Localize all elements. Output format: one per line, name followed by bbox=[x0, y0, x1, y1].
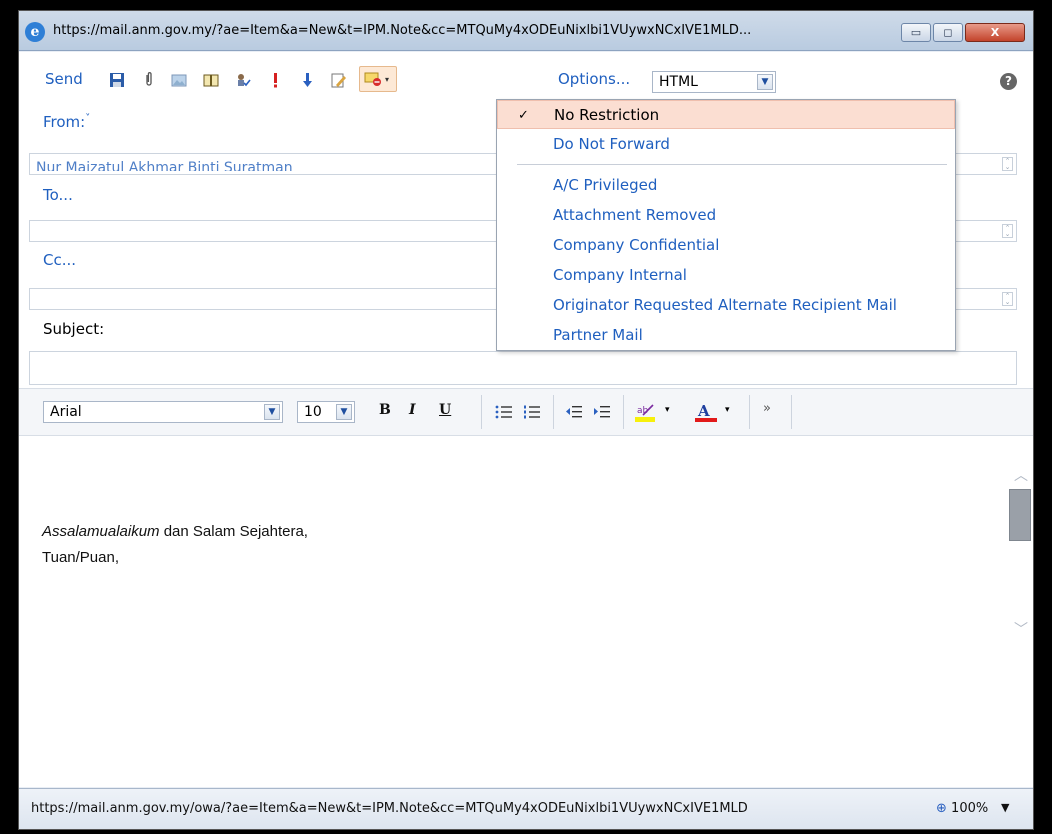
underline-button[interactable]: U bbox=[439, 402, 451, 418]
scroll-spinner-icon: ⌃ ⌄ bbox=[1002, 157, 1013, 171]
font-family-value: Arial bbox=[50, 404, 82, 420]
minimize-button[interactable]: ▭ bbox=[901, 23, 931, 42]
increase-indent-icon[interactable] bbox=[593, 404, 611, 420]
chevron-down-icon[interactable]: ▼ bbox=[1001, 801, 1009, 814]
menu-item-no-restriction[interactable]: ✓ No Restriction bbox=[497, 100, 955, 129]
permission-button[interactable]: ▾ bbox=[359, 66, 397, 92]
address-book-icon[interactable] bbox=[203, 72, 219, 88]
highlight-icon: ab bbox=[635, 404, 655, 422]
font-color-icon: A bbox=[695, 402, 717, 422]
zoom-control[interactable]: ⊕ 100% bbox=[936, 801, 988, 816]
scroll-down-icon[interactable]: ﹀ bbox=[1014, 619, 1028, 639]
permission-dropdown-menu: ✓ No Restriction Do Not Forward A/C Privi… bbox=[496, 99, 956, 351]
cc-button[interactable]: Cc... bbox=[43, 251, 76, 269]
message-format-value: HTML bbox=[659, 74, 698, 90]
window-title: https://mail.anm.gov.my/?ae=Item&a=New&t… bbox=[53, 23, 752, 38]
body-line-greeting: Assalamualaikum dan Salam Sejahtera, bbox=[42, 523, 308, 540]
menu-separator bbox=[517, 164, 947, 165]
image-icon[interactable] bbox=[171, 72, 187, 88]
scroll-spinner-icon: ⌃ ⌄ bbox=[1002, 224, 1013, 238]
zoom-value: 100% bbox=[951, 801, 989, 816]
numbered-list-icon[interactable] bbox=[523, 404, 541, 420]
check-names-icon[interactable] bbox=[235, 72, 251, 88]
svg-text:A: A bbox=[697, 402, 710, 420]
body-greeting-rest: dan Salam Sejahtera, bbox=[159, 523, 308, 540]
high-importance-icon[interactable] bbox=[267, 72, 283, 88]
to-button[interactable]: To... bbox=[43, 186, 73, 204]
options-button[interactable]: Options... bbox=[558, 70, 630, 88]
save-icon[interactable] bbox=[109, 72, 125, 88]
internet-explorer-icon: e bbox=[25, 22, 45, 42]
menu-item-label: No Restriction bbox=[554, 106, 660, 124]
font-color-button[interactable]: A ▾ bbox=[695, 401, 741, 425]
menu-item-partner-mail[interactable]: Partner Mail bbox=[497, 321, 955, 350]
menu-item-ac-privileged[interactable]: A/C Privileged bbox=[497, 171, 955, 200]
font-size-select[interactable]: 10 ▼ bbox=[297, 401, 355, 423]
message-body-editor[interactable]: Assalamualaikum dan Salam Sejahtera, Tua… bbox=[19, 437, 1033, 787]
decrease-indent-icon[interactable] bbox=[565, 404, 583, 420]
message-format-select[interactable]: HTML ▼ bbox=[652, 71, 776, 93]
chevron-down-icon: ▼ bbox=[264, 404, 280, 420]
menu-item-originator-requested[interactable]: Originator Requested Alternate Recipient… bbox=[497, 291, 955, 320]
title-bar[interactable]: e https://mail.anm.gov.my/?ae=Item&a=New… bbox=[19, 11, 1033, 51]
formatting-toolbar: Arial ▼ 10 ▼ B I U ab ▾ A ▾ » bbox=[19, 388, 1033, 436]
status-bar: https://mail.anm.gov.my/owa/?ae=Item&a=N… bbox=[19, 788, 1033, 829]
chevron-down-icon: ▼ bbox=[336, 404, 352, 420]
signature-icon[interactable] bbox=[331, 72, 347, 88]
maximize-button[interactable]: ◻ bbox=[933, 23, 963, 42]
from-value: Nur Maizatul Akhmar Binti Suratman bbox=[36, 160, 293, 171]
body-line-salutation: Tuan/Puan, bbox=[42, 549, 119, 566]
scroll-up-icon[interactable]: ︿ bbox=[1014, 465, 1028, 485]
highlight-button[interactable]: ab ▾ bbox=[635, 401, 681, 425]
close-button[interactable]: X bbox=[965, 23, 1025, 42]
toolbar-divider bbox=[553, 395, 554, 429]
chevron-down-icon: ▾ bbox=[385, 75, 390, 84]
body-greeting-italic: Assalamualaikum bbox=[42, 523, 160, 540]
italic-button[interactable]: I bbox=[409, 402, 416, 418]
chevron-down-icon: ▾ bbox=[725, 405, 730, 415]
menu-item-company-confidential[interactable]: Company Confidential bbox=[497, 231, 955, 260]
low-importance-icon[interactable] bbox=[299, 72, 315, 88]
menu-item-do-not-forward[interactable]: Do Not Forward bbox=[497, 130, 955, 159]
body-scrollbar[interactable]: ︿ ﹀ bbox=[1009, 437, 1031, 787]
zoom-icon: ⊕ bbox=[936, 801, 947, 816]
compose-toolbar: Send ▾ Options... HTML ▼ ? bbox=[19, 52, 1033, 104]
font-family-select[interactable]: Arial ▼ bbox=[43, 401, 283, 423]
chevron-down-icon: ˅ bbox=[85, 113, 91, 124]
menu-item-attachment-removed[interactable]: Attachment Removed bbox=[497, 201, 955, 230]
permission-icon bbox=[364, 72, 381, 86]
toolbar-divider bbox=[749, 395, 750, 429]
send-button[interactable]: Send bbox=[45, 70, 83, 88]
chevron-down-icon: ▾ bbox=[665, 405, 670, 415]
chevron-down-icon: ▼ bbox=[757, 74, 773, 90]
check-icon: ✓ bbox=[518, 108, 529, 123]
status-url: https://mail.anm.gov.my/owa/?ae=Item&a=N… bbox=[31, 801, 748, 816]
help-icon[interactable]: ? bbox=[1000, 73, 1017, 90]
bold-button[interactable]: B bbox=[379, 402, 391, 418]
font-size-value: 10 bbox=[304, 404, 322, 420]
toolbar-divider bbox=[791, 395, 792, 429]
more-options-icon[interactable]: » bbox=[763, 401, 771, 416]
subject-label: Subject: bbox=[43, 320, 105, 338]
bullet-list-icon[interactable] bbox=[495, 404, 513, 420]
scroll-spinner-icon: ⌃ ⌄ bbox=[1002, 292, 1013, 306]
subject-input[interactable] bbox=[29, 351, 1017, 385]
scrollbar-thumb[interactable] bbox=[1009, 489, 1031, 541]
menu-item-company-internal[interactable]: Company Internal bbox=[497, 261, 955, 290]
from-button[interactable]: From:˅ bbox=[43, 113, 90, 131]
browser-window: e https://mail.anm.gov.my/?ae=Item&a=New… bbox=[18, 10, 1034, 830]
toolbar-divider bbox=[481, 395, 482, 429]
paperclip-icon[interactable] bbox=[141, 72, 157, 88]
toolbar-divider bbox=[623, 395, 624, 429]
